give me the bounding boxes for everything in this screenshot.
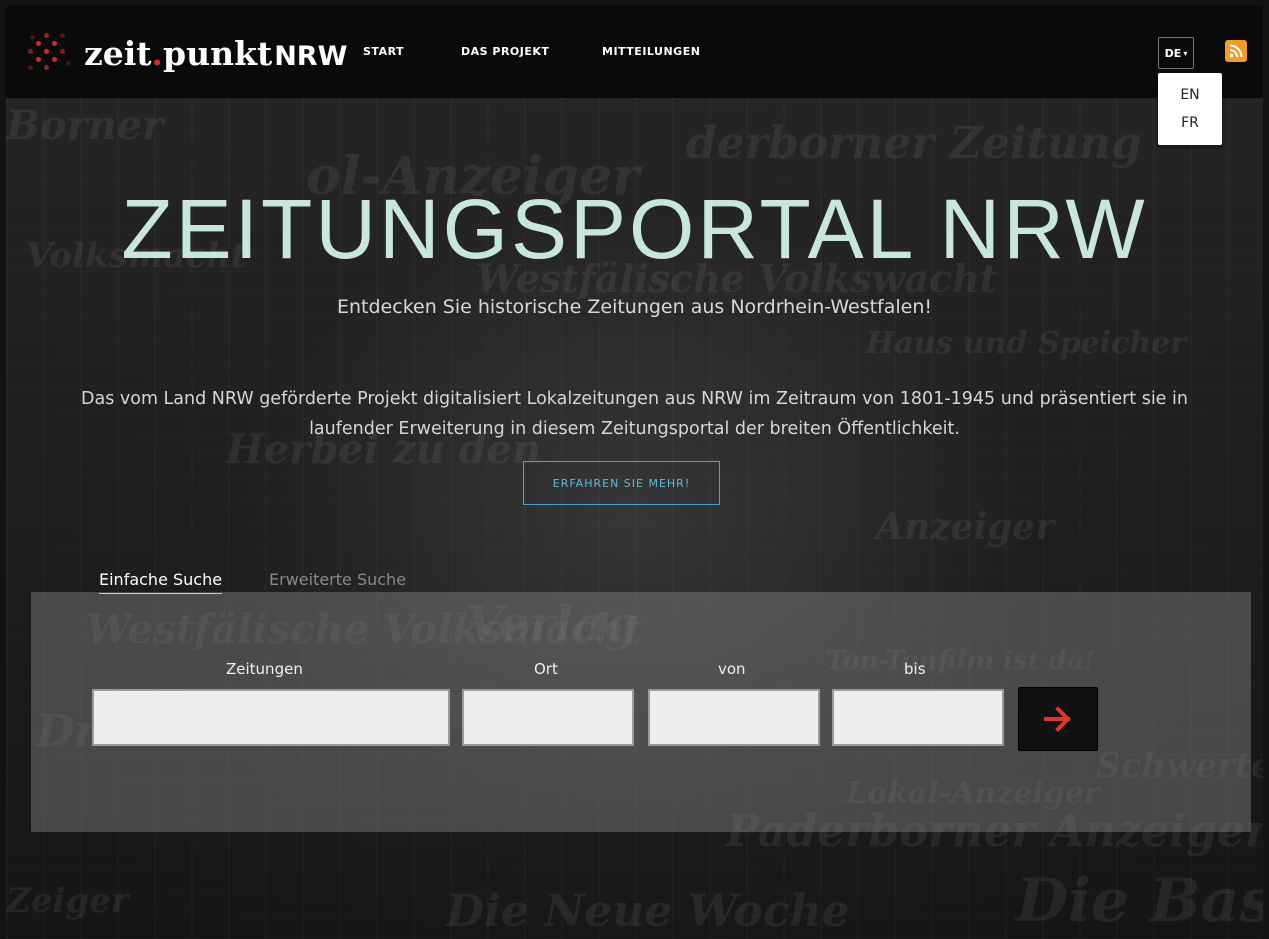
- language-dropdown-button[interactable]: DE ▾: [1158, 37, 1194, 69]
- ort-input[interactable]: [462, 689, 634, 746]
- learn-more-button[interactable]: ERFAHREN SIE MEHR!: [523, 461, 720, 505]
- label-zeitungen: Zeitungen: [226, 660, 303, 678]
- zeitungen-input[interactable]: [92, 689, 450, 746]
- logo-wordmark: zeit.punktNRW: [84, 33, 348, 73]
- search-submit-button[interactable]: [1018, 687, 1098, 751]
- language-current: DE: [1164, 46, 1182, 60]
- hero-description: Das vom Land NRW geförderte Projekt digi…: [81, 389, 1188, 439]
- arrow-right-icon: [1044, 706, 1071, 732]
- hero-subtitle: Entdecken Sie historische Zeitungen aus …: [337, 296, 932, 318]
- rss-feed-icon[interactable]: [1225, 40, 1247, 62]
- logo-dots-icon: [24, 29, 72, 77]
- nav-das-projekt[interactable]: DAS PROJEKT: [461, 45, 549, 58]
- nav-mitteilungen[interactable]: MITTEILUNGEN: [602, 45, 700, 58]
- top-navbar: zeit.punktNRW START DAS PROJEKT MITTEILU…: [6, 6, 1263, 98]
- label-bis: bis: [904, 660, 926, 678]
- page: Borner ol-Anzeiger derborner Zeitung Vol…: [6, 6, 1263, 939]
- label-ort: Ort: [534, 660, 558, 678]
- von-input[interactable]: [648, 689, 820, 746]
- tab-simple-search[interactable]: Einfache Suche: [99, 570, 223, 594]
- chevron-down-icon: ▾: [1183, 48, 1188, 58]
- language-option-fr[interactable]: FR: [1158, 115, 1222, 131]
- nav-start[interactable]: START: [363, 45, 404, 58]
- site-logo[interactable]: zeit.punktNRW: [24, 28, 347, 78]
- hero-title: ZEITUNGSPORTAL NRW: [121, 182, 1148, 276]
- language-dropdown-menu: EN FR: [1158, 73, 1222, 145]
- label-von: von: [718, 660, 746, 678]
- tab-advanced-search[interactable]: Erweiterte Suche: [269, 570, 406, 589]
- bis-input[interactable]: [832, 689, 1004, 746]
- language-option-en[interactable]: EN: [1158, 87, 1222, 103]
